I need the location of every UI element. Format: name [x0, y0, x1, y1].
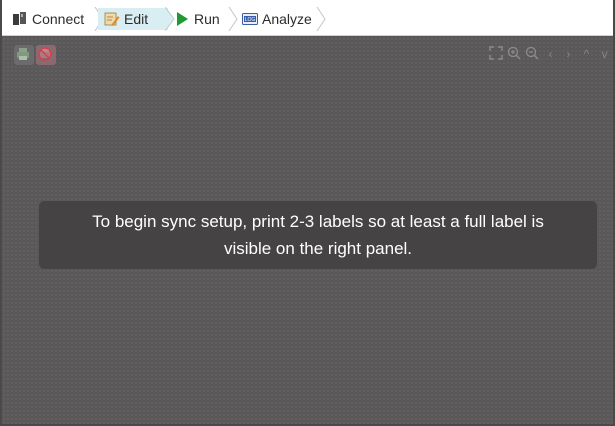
canvas-area[interactable]: ‹ › ^ v To begin sync setup, print 2-3 l… [2, 37, 613, 424]
zoom-out-button[interactable] [524, 45, 541, 63]
crumb-edit-label: Edit [124, 11, 149, 27]
print-button[interactable] [14, 45, 34, 65]
no-print-icon [38, 47, 54, 63]
chevron-right-icon: › [566, 47, 571, 61]
print-icon [16, 47, 32, 63]
connect-icon [12, 11, 28, 27]
pan-down-button[interactable]: v [596, 45, 613, 63]
crumb-run-label: Run [194, 11, 220, 27]
crumb-edit[interactable]: Edit [98, 8, 168, 30]
cancel-print-button[interactable] [36, 45, 56, 65]
canvas-toolbar-right: ‹ › ^ v [488, 45, 613, 63]
sync-setup-message: To begin sync setup, print 2-3 labels so… [39, 201, 597, 269]
message-line-2: visible on the right panel. [223, 239, 413, 258]
chevron-down-icon: v [601, 47, 608, 61]
app-window: Connect Edit Run LOG Analyze ‹ › ^ v To … [0, 0, 615, 426]
chevron-left-icon: ‹ [548, 47, 553, 61]
crumb-run[interactable]: Run [168, 8, 236, 30]
zoom-in-button[interactable] [506, 45, 523, 63]
crumb-connect-label: Connect [32, 11, 85, 27]
crumb-connect[interactable]: Connect [6, 8, 98, 30]
canvas-toolbar-left [14, 45, 56, 65]
message-line-1: To begin sync setup, print 2-3 labels so… [92, 212, 544, 231]
fit-screen-button[interactable] [488, 45, 505, 63]
edit-icon [104, 11, 120, 27]
pan-up-button[interactable]: ^ [578, 45, 595, 63]
fit-screen-icon [488, 46, 505, 62]
crumb-analyze[interactable]: LOG Analyze [236, 8, 326, 30]
crumb-analyze-label: Analyze [262, 11, 312, 27]
zoom-out-icon [525, 46, 541, 62]
log-icon: LOG [242, 11, 258, 27]
log-icon-text: LOG [245, 17, 256, 23]
chevron-up-icon: ^ [583, 47, 590, 61]
chevron-separator [316, 7, 326, 31]
play-icon [174, 11, 190, 27]
pan-right-button[interactable]: › [560, 45, 577, 63]
zoom-in-icon [507, 46, 523, 62]
pan-left-button[interactable]: ‹ [542, 45, 559, 63]
breadcrumb: Connect Edit Run LOG Analyze [2, 0, 613, 36]
